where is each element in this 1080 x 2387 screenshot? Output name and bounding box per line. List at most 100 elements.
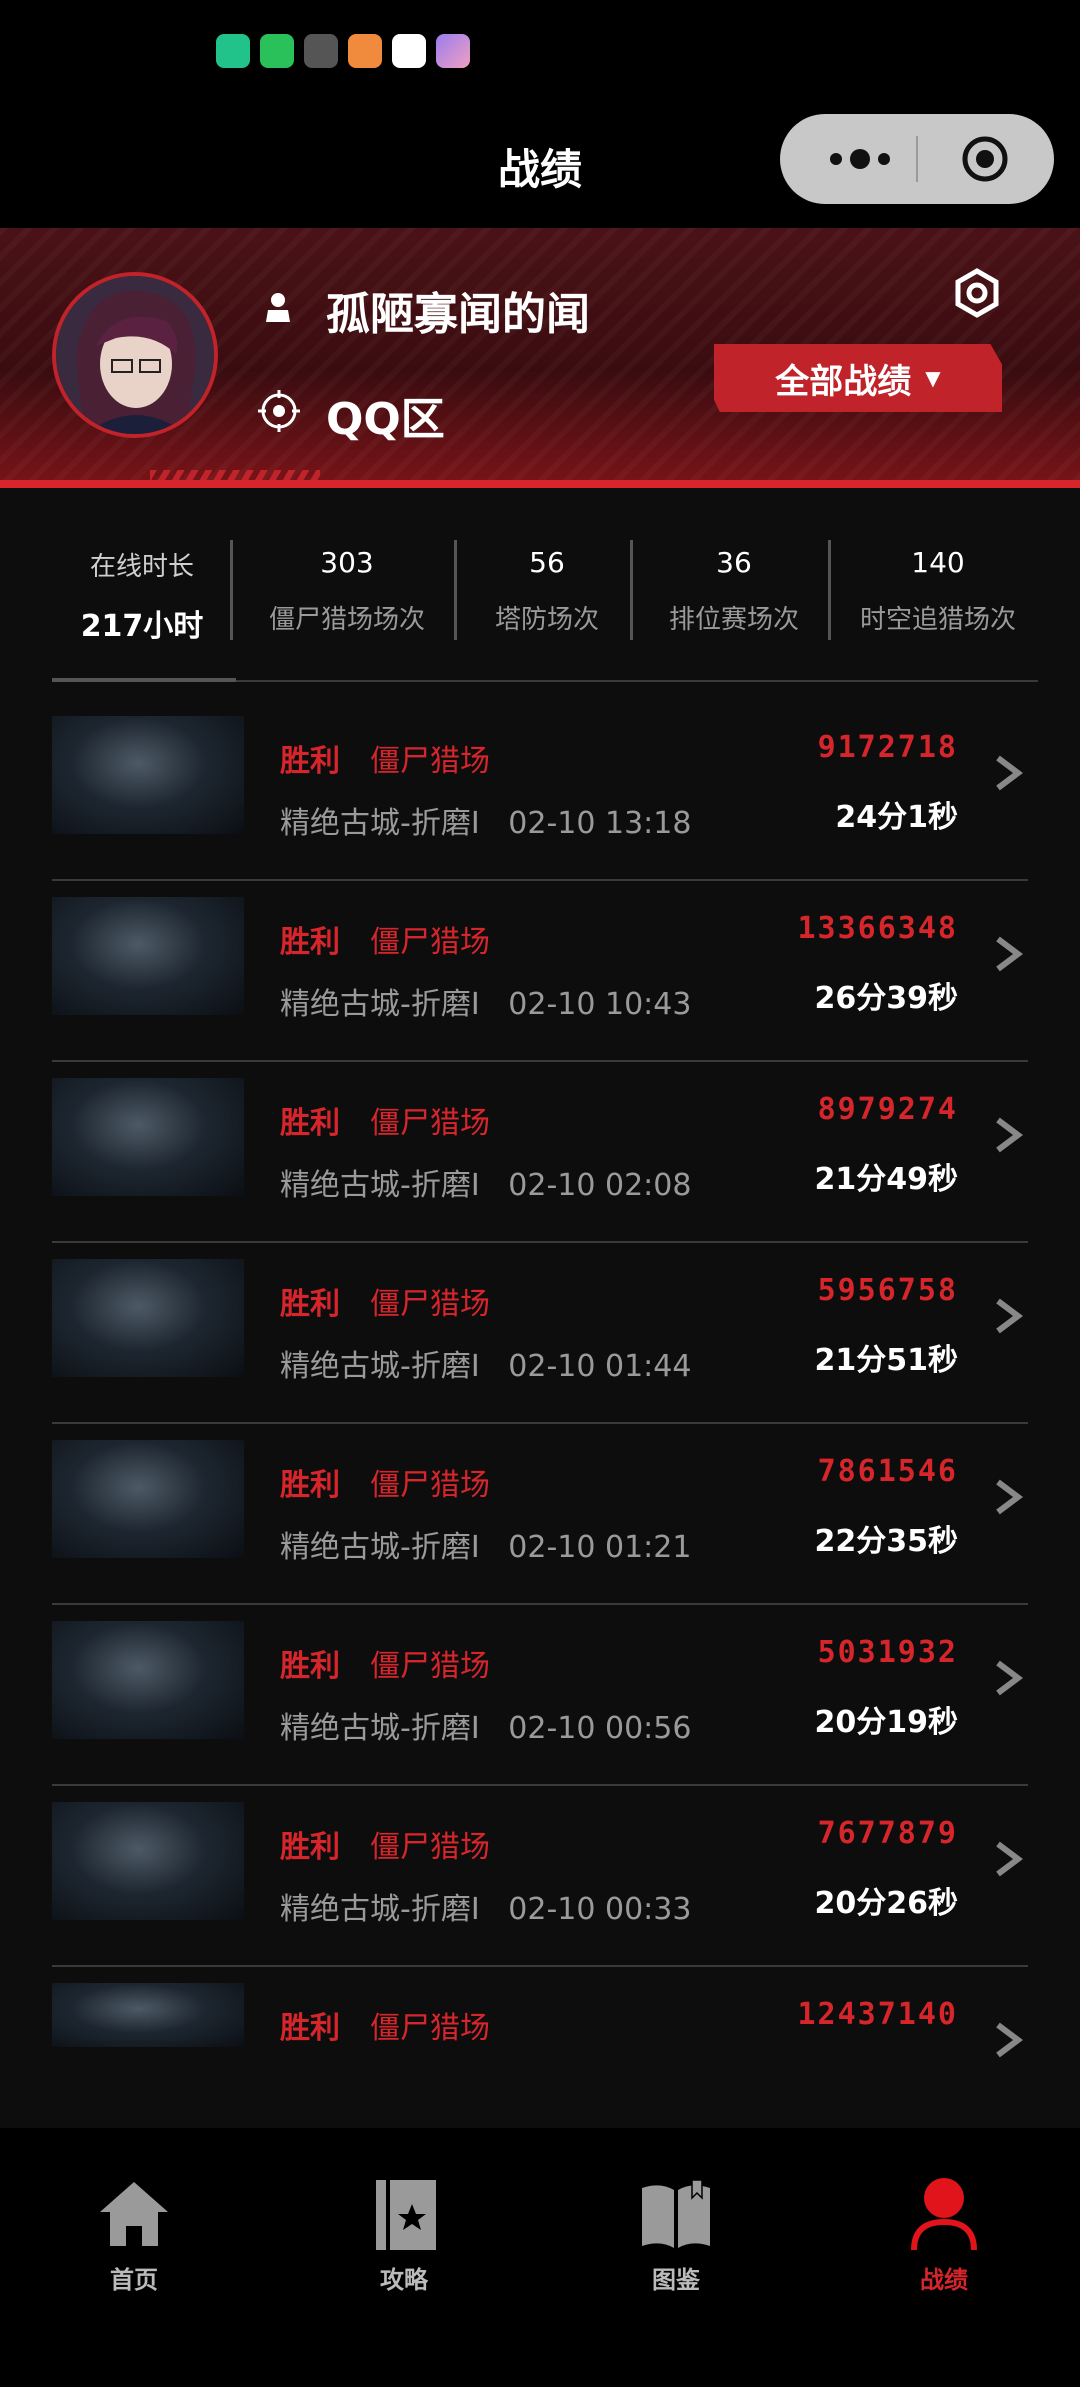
stats-underline [52,678,1038,682]
map-thumbnail [52,1621,244,1739]
more-options-icon[interactable] [820,146,900,172]
tab-label: 图鉴 [652,2266,700,2294]
record-map-time: 精绝古城-折磨I 02-10 01:44 [280,1341,691,1385]
stat-time-hunt: 140 时空追猎场次 [838,520,1038,660]
record-result: 胜利 [280,1468,340,1503]
stats-active-indicator [52,678,236,682]
stat-tower-defense: 56 塔防场次 [464,520,630,660]
record-map: 精绝古城-折磨I [280,1892,480,1927]
user-icon [266,293,290,322]
close-miniprogram-icon[interactable] [960,134,1010,184]
settings-icon[interactable] [952,268,1002,318]
chevron-right-icon [996,1660,1023,1696]
handbook-icon [642,2179,710,2248]
tab-label: 首页 [110,2266,158,2294]
record-map: 精绝古城-折磨I [280,987,480,1022]
avatar[interactable] [52,272,218,438]
record-result: 胜利 [280,1649,340,1684]
record-item[interactable]: 胜利 僵尸猎场 精绝古城-折磨I 02-10 13:18 9172718 24分… [52,700,1028,881]
stat-value: 140 [911,546,965,579]
stat-label: 排位赛场次 [668,605,799,635]
record-item[interactable]: 胜利 僵尸猎场 12437140 [52,1967,1028,2087]
record-duration: 20分19秒 [814,1705,959,1740]
record-time: 02-10 02:08 [508,1168,692,1203]
record-time: 02-10 00:56 [508,1711,692,1746]
chevron-right-icon [996,755,1023,791]
chevron-right-icon [996,1298,1023,1334]
chevron-right-icon [996,1117,1023,1153]
timer-app-icon [348,34,382,68]
stat-value: 217小时 [80,609,204,644]
target-icon [258,390,300,432]
map-thumbnail [52,1078,244,1196]
security-app-icon [392,34,426,68]
record-duration: 20分26秒 [814,1886,959,1921]
message-app-icon [216,34,250,68]
record-result: 胜利 [280,1106,340,1141]
record-filter-button[interactable]: 全部战绩 ▼ [714,344,1002,412]
guide-book-icon [376,2180,436,2250]
chevron-right-icon [996,1479,1023,1515]
chevron-right-icon [996,936,1023,972]
record-list: 胜利 僵尸猎场 精绝古城-折磨I 02-10 13:18 9172718 24分… [52,700,1028,2087]
record-duration: 22分35秒 [814,1524,959,1559]
tab-handbook[interactable]: 图鉴 [596,2174,756,2295]
record-item[interactable]: 胜利 僵尸猎场 精绝古城-折磨I 02-10 10:43 13366348 26… [52,881,1028,1062]
record-mode: 僵尸猎场 [370,1287,490,1322]
record-map-time: 精绝古城-折磨I 02-10 00:56 [280,1703,691,1747]
region-name: QQ区 [326,394,445,445]
stat-value: 303 [320,546,374,579]
map-thumbnail [52,716,244,834]
avatar-image [56,276,214,434]
tab-label: 攻略 [380,2266,428,2294]
stat-divider [230,540,233,640]
record-result: 胜利 [280,1287,340,1322]
stat-divider [828,540,831,640]
record-score: 7861546 [817,1454,958,1489]
stat-divider [630,540,633,640]
record-score: 9172718 [817,730,958,765]
record-duration: 24分1秒 [835,800,958,835]
record-item[interactable]: 胜利 僵尸猎场 精绝古城-折磨I 02-10 01:21 7861546 22分… [52,1424,1028,1605]
gallery-app-icon [436,34,470,68]
record-time: 02-10 10:43 [508,987,692,1022]
record-item[interactable]: 胜利 僵尸猎场 精绝古城-折磨I 02-10 02:08 8979274 21分… [52,1062,1028,1243]
map-thumbnail [52,1983,244,2047]
record-item[interactable]: 胜利 僵尸猎场 精绝古城-折磨I 02-10 00:33 7677879 20分… [52,1786,1028,1967]
record-result: 胜利 [280,744,340,779]
profile-icon [911,2178,977,2251]
stat-label: 塔防场次 [494,605,599,635]
header-underline [0,480,1080,488]
miniprogram-capsule [780,114,1054,204]
stat-value: 36 [716,546,752,579]
stats-row: 在线时长 217小时 303 僵尸猎场场次 56 塔防场次 36 排位赛场次 1… [52,520,1038,680]
record-result: 胜利 [280,925,340,960]
bottom-tab-bar: 首页 攻略 图鉴 战绩 [0,2128,1080,2387]
record-score: 12437140 [797,1997,958,2032]
record-mode: 僵尸猎场 [370,2011,490,2046]
tab-home[interactable]: 首页 [54,2174,214,2295]
record-item[interactable]: 胜利 僵尸猎场 精绝古城-折磨I 02-10 00:56 5031932 20分… [52,1605,1028,1786]
username: 孤陋寡闻的闻 [326,289,590,340]
record-time: 02-10 01:44 [508,1349,692,1384]
wechat-icon [260,34,294,68]
tab-records[interactable]: 战绩 [864,2174,1024,2295]
home-icon [100,2182,168,2246]
record-map: 精绝古城-折磨I [280,1711,480,1746]
record-mode: 僵尸猎场 [370,1830,490,1865]
record-mode: 僵尸猎场 [370,744,490,779]
record-mode: 僵尸猎场 [370,1106,490,1141]
record-map-time: 精绝古城-折磨I 02-10 10:43 [280,979,691,1023]
stat-label: 时空追猎场次 [859,605,1016,635]
record-item[interactable]: 胜利 僵尸猎场 精绝古城-折磨I 02-10 01:44 5956758 21分… [52,1243,1028,1424]
tab-guide[interactable]: 攻略 [324,2174,484,2295]
record-map-time: 精绝古城-折磨I 02-10 02:08 [280,1160,691,1204]
record-time: 02-10 01:21 [508,1530,692,1565]
record-score: 8979274 [817,1092,958,1127]
record-result: 胜利 [280,1830,340,1865]
profile-header: 孤陋寡闻的闻 QQ区 全部战绩 ▼ [0,228,1080,488]
stat-label: 僵尸猎场场次 [268,605,425,635]
calendar-app-icon [304,34,338,68]
record-filter-label: 全部战绩 [775,361,912,402]
record-mode: 僵尸猎场 [370,1468,490,1503]
